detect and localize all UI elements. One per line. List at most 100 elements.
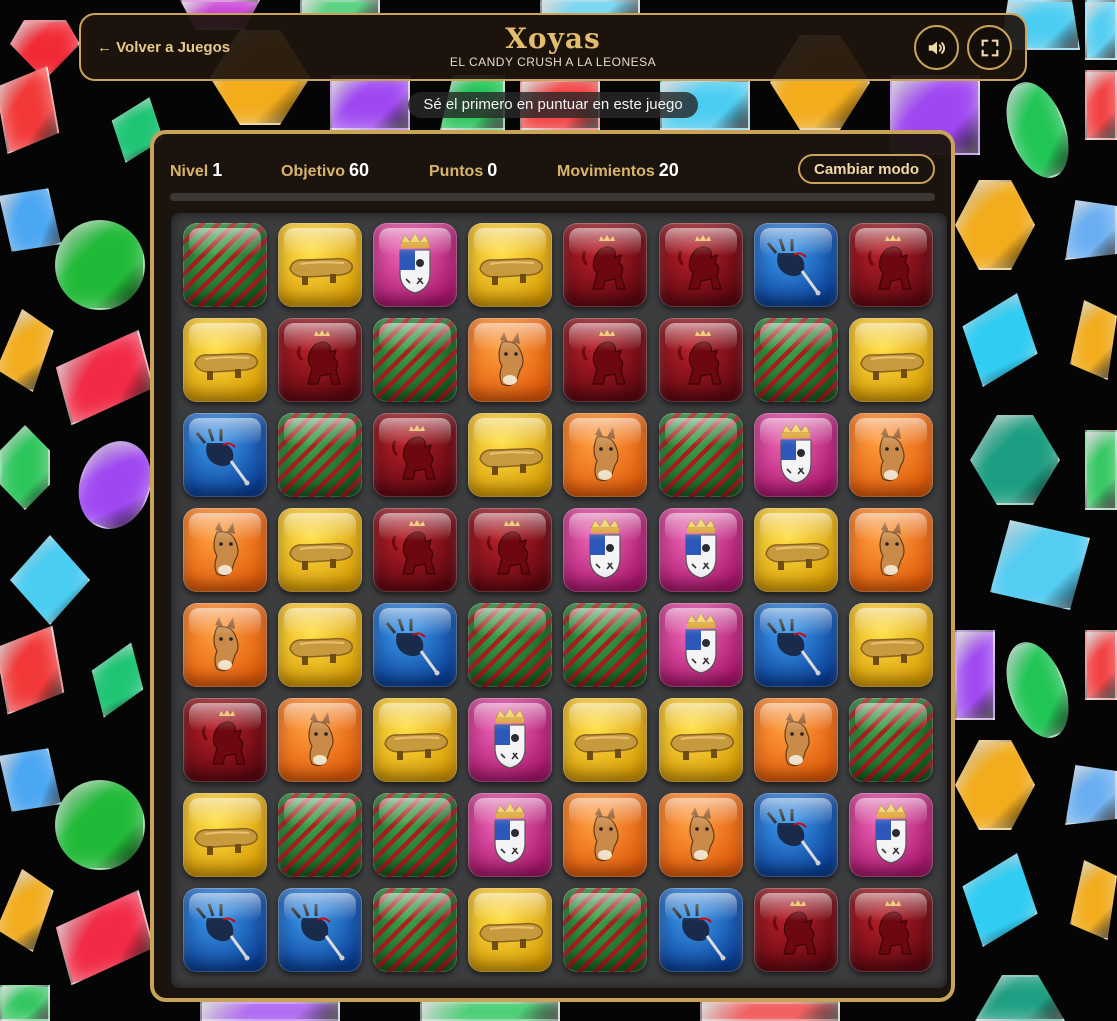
moves-stat: Movimientos 20 xyxy=(557,160,679,181)
background-gem xyxy=(52,890,158,986)
background-gem xyxy=(970,415,1060,505)
red-lion-tile[interactable] xyxy=(373,508,458,592)
bagpipe-icon xyxy=(386,618,440,676)
sound-button[interactable] xyxy=(914,25,959,70)
orange-donkey-tile[interactable] xyxy=(468,318,553,402)
red-lion-tile[interactable] xyxy=(658,318,743,402)
stripes-icon xyxy=(373,318,458,402)
background-gem xyxy=(1070,300,1117,380)
red-lion-tile[interactable] xyxy=(468,508,553,592)
stripes-icon xyxy=(373,793,458,877)
orange-donkey-tile[interactable] xyxy=(848,413,933,497)
background-gem xyxy=(78,633,157,727)
blue-bagpipe-tile[interactable] xyxy=(278,888,363,972)
pink-coat-of-arms-tile[interactable] xyxy=(468,793,553,877)
moves-label: Movimientos xyxy=(557,163,655,180)
lion-icon xyxy=(392,425,436,480)
orange-donkey-tile[interactable] xyxy=(753,698,838,782)
yellow-clog-tile[interactable] xyxy=(658,698,743,782)
yellow-clog-tile[interactable] xyxy=(848,603,933,687)
donkey-icon xyxy=(308,712,334,767)
blue-bagpipe-tile[interactable] xyxy=(753,793,838,877)
red-lion-tile[interactable] xyxy=(278,318,363,402)
background-gem xyxy=(700,1002,840,1021)
level-value: 1 xyxy=(212,160,223,180)
orange-donkey-tile[interactable] xyxy=(183,508,267,592)
yellow-clog-tile[interactable] xyxy=(848,318,933,402)
green-striped-tile[interactable] xyxy=(278,413,363,497)
orange-donkey-tile[interactable] xyxy=(658,793,743,877)
yellow-clog-tile[interactable] xyxy=(183,318,267,402)
green-striped-tile[interactable] xyxy=(848,698,933,782)
pink-coat-of-arms-tile[interactable] xyxy=(753,413,838,497)
blue-bagpipe-tile[interactable] xyxy=(183,413,267,497)
speaker-icon xyxy=(928,41,945,54)
yellow-clog-tile[interactable] xyxy=(753,508,838,592)
donkey-icon xyxy=(879,427,905,482)
orange-donkey-tile[interactable] xyxy=(563,413,648,497)
coat-of-arms-icon xyxy=(589,517,621,579)
yellow-clog-tile[interactable] xyxy=(373,698,458,782)
yellow-clog-tile[interactable] xyxy=(563,698,648,782)
yellow-clog-tile[interactable] xyxy=(468,888,553,972)
pink-coat-of-arms-tile[interactable] xyxy=(373,223,458,307)
orange-donkey-tile[interactable] xyxy=(563,793,648,877)
red-lion-tile[interactable] xyxy=(373,413,458,497)
blue-bagpipe-tile[interactable] xyxy=(753,223,838,307)
red-lion-tile[interactable] xyxy=(563,223,648,307)
orange-donkey-tile[interactable] xyxy=(278,698,363,782)
stripes-icon xyxy=(278,793,363,877)
blue-bagpipe-tile[interactable] xyxy=(753,603,838,687)
game-panel: Nivel 1 Objetivo 60 Puntos 0 Movimientos 20 … xyxy=(150,130,955,1002)
background-gem xyxy=(67,431,164,540)
blue-bagpipe-tile[interactable] xyxy=(658,888,743,972)
green-striped-tile[interactable] xyxy=(183,223,267,307)
lion-icon xyxy=(772,900,817,955)
red-lion-tile[interactable] xyxy=(848,223,933,307)
red-lion-tile[interactable] xyxy=(563,318,648,402)
pink-coat-of-arms-tile[interactable] xyxy=(468,698,553,782)
background-gem xyxy=(945,839,1054,960)
level-stat: Nivel 1 xyxy=(170,160,222,181)
background-gem xyxy=(0,425,50,510)
red-lion-tile[interactable] xyxy=(183,698,267,782)
red-lion-tile[interactable] xyxy=(848,888,933,972)
green-striped-tile[interactable] xyxy=(373,318,458,402)
background-gem xyxy=(0,66,62,154)
blue-bagpipe-tile[interactable] xyxy=(183,888,267,972)
pink-coat-of-arms-tile[interactable] xyxy=(658,603,743,687)
change-mode-button[interactable]: Cambiar modo xyxy=(798,154,935,184)
green-striped-tile[interactable] xyxy=(373,888,458,972)
moves-value: 20 xyxy=(658,160,679,180)
yellow-clog-tile[interactable] xyxy=(278,603,363,687)
yellow-clog-tile[interactable] xyxy=(278,223,363,307)
yellow-clog-tile[interactable] xyxy=(468,223,553,307)
green-striped-tile[interactable] xyxy=(753,318,838,402)
pink-coat-of-arms-tile[interactable] xyxy=(658,508,743,592)
green-striped-tile[interactable] xyxy=(278,793,363,877)
green-striped-tile[interactable] xyxy=(468,603,553,687)
green-striped-tile[interactable] xyxy=(373,793,458,877)
background-gem xyxy=(420,1002,560,1021)
yellow-clog-tile[interactable] xyxy=(183,793,267,877)
green-striped-tile[interactable] xyxy=(563,888,648,972)
blue-bagpipe-tile[interactable] xyxy=(373,603,458,687)
lion-icon xyxy=(297,330,341,385)
fullscreen-button[interactable] xyxy=(967,25,1012,70)
green-striped-tile[interactable] xyxy=(563,603,648,687)
orange-donkey-tile[interactable] xyxy=(183,603,267,687)
yellow-clog-tile[interactable] xyxy=(278,508,363,592)
yellow-clog-tile[interactable] xyxy=(468,413,553,497)
background-gem xyxy=(0,625,66,714)
madrena-clog-icon xyxy=(289,542,354,570)
green-striped-tile[interactable] xyxy=(658,413,743,497)
header-bar: ← Volver a Juegos Xoyas EL CANDY CRUSH A… xyxy=(79,13,1027,81)
orange-donkey-tile[interactable] xyxy=(848,508,933,592)
pink-coat-of-arms-tile[interactable] xyxy=(848,793,933,877)
red-lion-tile[interactable] xyxy=(658,223,743,307)
madrena-clog-icon xyxy=(194,352,258,380)
red-lion-tile[interactable] xyxy=(753,888,838,972)
points-value: 0 xyxy=(487,160,498,180)
pink-coat-of-arms-tile[interactable] xyxy=(563,508,648,592)
stats-bar: Nivel 1 Objetivo 60 Puntos 0 Movimientos 20 … xyxy=(170,154,935,188)
